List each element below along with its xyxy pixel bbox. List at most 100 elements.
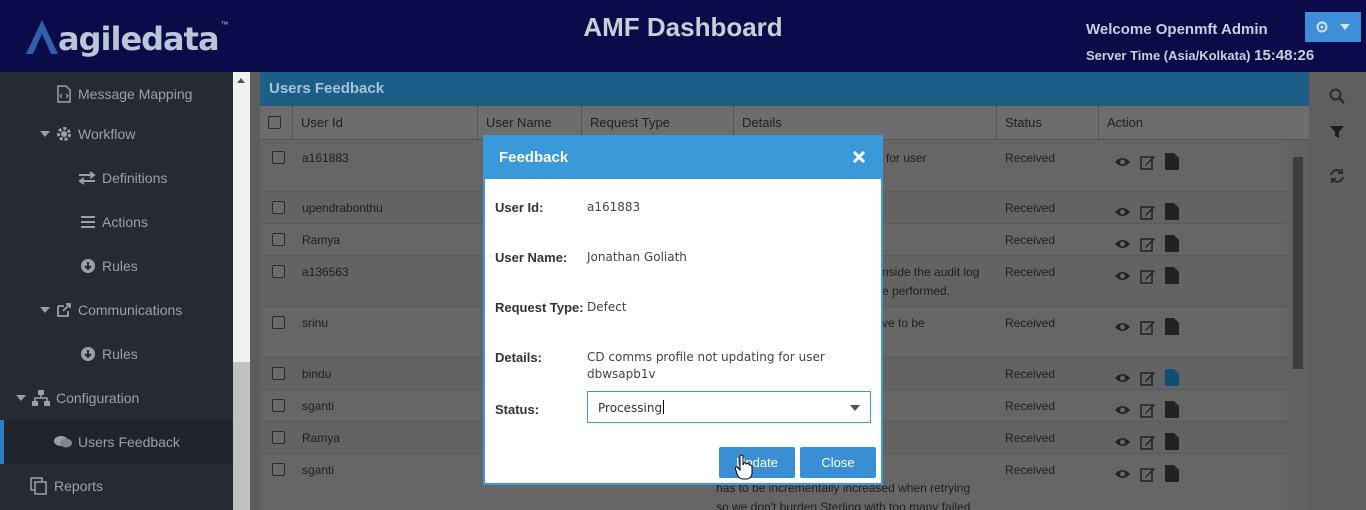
eye-icon[interactable] bbox=[1114, 321, 1131, 333]
edit-icon[interactable] bbox=[1140, 370, 1156, 386]
caret-down-icon bbox=[40, 131, 50, 137]
request-type-label: Request Type: bbox=[495, 300, 584, 315]
refresh-icon bbox=[1330, 169, 1344, 183]
file-icon[interactable] bbox=[1165, 153, 1179, 170]
column-header-user-id[interactable]: User Id bbox=[293, 106, 478, 140]
user-name-value: Jonathan Goliath bbox=[587, 250, 687, 264]
sidebar-item-users-feedback[interactable]: Users Feedback bbox=[0, 420, 233, 464]
row-status: Received bbox=[1005, 367, 1056, 381]
table-scrollbar-thumb[interactable] bbox=[1293, 157, 1303, 369]
edit-icon[interactable] bbox=[1140, 466, 1156, 482]
edit-icon[interactable] bbox=[1140, 268, 1156, 284]
row-user-id: Ramya bbox=[302, 431, 341, 445]
file-icon[interactable] bbox=[1165, 369, 1179, 386]
row-user-id: Ramya bbox=[302, 233, 341, 247]
sidebar-item-label: Rules bbox=[102, 258, 138, 274]
edit-icon[interactable] bbox=[1140, 434, 1156, 450]
row-status: Received bbox=[1005, 431, 1056, 445]
row-user-id: sganti bbox=[302, 463, 335, 477]
sidebar-scrollbar-thumb[interactable] bbox=[233, 362, 250, 510]
row-checkbox[interactable] bbox=[272, 201, 285, 214]
row-status: Received bbox=[1005, 463, 1056, 477]
refresh-button[interactable] bbox=[1317, 158, 1357, 194]
file-icon[interactable] bbox=[1165, 235, 1179, 252]
edit-icon[interactable] bbox=[1140, 236, 1156, 252]
circle-arrow-icon bbox=[81, 259, 95, 273]
row-checkbox[interactable] bbox=[272, 367, 285, 380]
chevron-down-icon[interactable] bbox=[850, 405, 860, 411]
eye-icon[interactable] bbox=[1114, 206, 1131, 218]
caret-down-icon bbox=[40, 307, 50, 313]
sidebar-scrollbar[interactable] bbox=[233, 72, 250, 510]
sidebar-item-label: Rules bbox=[102, 346, 138, 362]
eye-icon[interactable] bbox=[1114, 468, 1131, 480]
filter-button[interactable] bbox=[1317, 114, 1357, 150]
sidebar-item-reports[interactable]: Reports bbox=[0, 464, 233, 508]
sidebar-item-label: Reports bbox=[54, 478, 104, 494]
sidebar-item-workflow[interactable]: Workflow bbox=[0, 112, 233, 156]
file-icon[interactable] bbox=[1165, 465, 1179, 482]
sidebar-item-message-mapping[interactable]: Message Mapping bbox=[0, 72, 233, 116]
sidebar-item-actions[interactable]: Actions bbox=[0, 200, 233, 244]
close-icon[interactable] bbox=[851, 149, 867, 165]
eye-icon[interactable] bbox=[1114, 156, 1131, 168]
row-status: Received bbox=[1005, 201, 1056, 215]
eye-icon[interactable] bbox=[1114, 270, 1131, 282]
row-status: Received bbox=[1005, 316, 1056, 330]
exchange-icon bbox=[78, 171, 96, 185]
close-button[interactable]: Close bbox=[800, 447, 876, 478]
search-button[interactable] bbox=[1317, 78, 1357, 114]
modal-title: Feedback bbox=[499, 149, 569, 166]
row-user-id: upendrabonthu bbox=[302, 201, 383, 215]
column-header-status[interactable]: Status bbox=[997, 106, 1099, 140]
row-checkbox[interactable] bbox=[272, 265, 285, 278]
search-icon bbox=[1329, 88, 1345, 104]
feedback-modal: Feedback User Id: a161883 User Name: Jon… bbox=[483, 135, 883, 485]
select-all-checkbox-cell bbox=[260, 106, 293, 140]
row-checkbox[interactable] bbox=[272, 463, 285, 476]
sidebar-item-communications[interactable]: Communications bbox=[0, 288, 233, 332]
edit-icon[interactable] bbox=[1140, 319, 1156, 335]
edit-icon[interactable] bbox=[1140, 402, 1156, 418]
edit-icon[interactable] bbox=[1140, 154, 1156, 170]
scroll-up-arrow-icon[interactable] bbox=[237, 78, 245, 83]
sidebar-item-label: Communications bbox=[78, 302, 183, 318]
row-status: Received bbox=[1005, 151, 1056, 165]
hand-pointer-icon bbox=[735, 454, 753, 480]
comments-icon bbox=[54, 436, 72, 448]
update-button[interactable]: Update bbox=[719, 447, 795, 478]
server-time: Server Time (Asia/Kolkata) 15:48:26 bbox=[1086, 47, 1314, 64]
sidebar-item-configuration[interactable]: Configuration bbox=[0, 376, 233, 420]
status-select[interactable]: Processing bbox=[587, 391, 871, 423]
copy-icon bbox=[30, 477, 47, 495]
settings-dropdown-button[interactable] bbox=[1305, 12, 1361, 42]
file-icon[interactable] bbox=[1165, 318, 1179, 335]
right-toolbar bbox=[1309, 72, 1366, 510]
file-icon[interactable] bbox=[1165, 401, 1179, 418]
welcome-text: Welcome Openmft Admin bbox=[1086, 21, 1268, 38]
row-checkbox[interactable] bbox=[272, 233, 285, 246]
table-scrollbar[interactable] bbox=[1287, 140, 1309, 510]
eye-icon[interactable] bbox=[1114, 238, 1131, 250]
status-label: Status: bbox=[495, 402, 540, 417]
sidebar-item-label: Workflow bbox=[78, 126, 136, 142]
sidebar-item-comm-rules[interactable]: Rules bbox=[0, 332, 233, 376]
row-user-id: sganti bbox=[302, 399, 335, 413]
file-icon[interactable] bbox=[1165, 433, 1179, 450]
file-icon[interactable] bbox=[1165, 203, 1179, 220]
row-checkbox[interactable] bbox=[272, 151, 285, 164]
eye-icon[interactable] bbox=[1114, 404, 1131, 416]
sitemap-icon bbox=[32, 390, 50, 406]
sidebar-item-definitions[interactable]: Definitions bbox=[0, 156, 233, 200]
document-code-icon bbox=[57, 85, 71, 103]
row-checkbox[interactable] bbox=[272, 399, 285, 412]
file-icon[interactable] bbox=[1165, 267, 1179, 284]
edit-icon[interactable] bbox=[1140, 204, 1156, 220]
sidebar-item-rules[interactable]: Rules bbox=[0, 244, 233, 288]
select-all-checkbox[interactable] bbox=[268, 116, 281, 129]
row-checkbox[interactable] bbox=[272, 431, 285, 444]
eye-icon[interactable] bbox=[1114, 436, 1131, 448]
eye-icon[interactable] bbox=[1114, 372, 1131, 384]
request-type-value: Defect bbox=[587, 300, 627, 314]
row-checkbox[interactable] bbox=[272, 316, 285, 329]
